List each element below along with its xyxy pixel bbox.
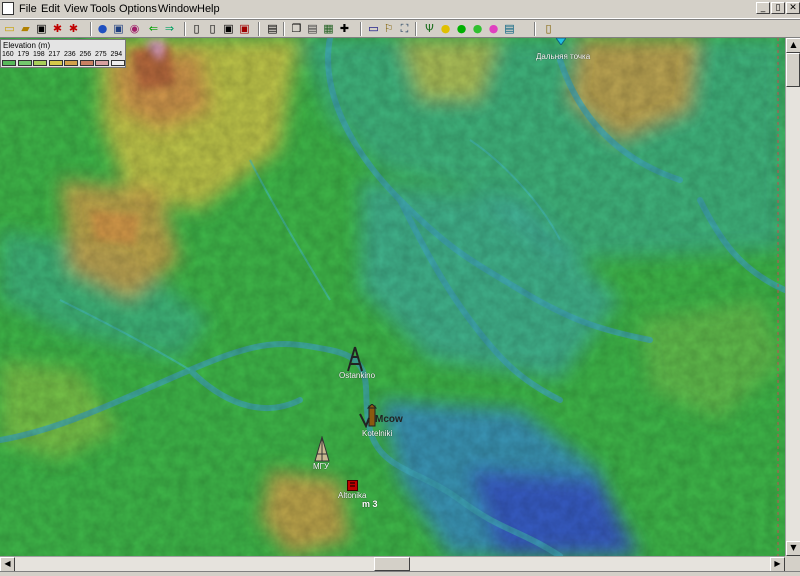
toolbar-separator <box>360 22 362 36</box>
menu-file[interactable]: File <box>19 3 37 15</box>
menu-options[interactable]: Options <box>119 3 157 15</box>
map-view[interactable]: Ostankino Mcow Kotelniki МГУ Altonika m … <box>0 38 785 556</box>
legend-value: 160 <box>2 51 14 58</box>
page-copy-icon[interactable]: ▯ <box>205 21 220 36</box>
zoom-extent-icon[interactable]: ⛶ <box>397 21 412 36</box>
menu-window[interactable]: Window <box>158 3 197 15</box>
map-icon[interactable]: ▦ <box>321 21 336 36</box>
altonika-icon[interactable] <box>347 480 358 491</box>
far-point-label: Дальняя точка <box>536 52 591 61</box>
status-bar <box>0 571 800 576</box>
mgu-label: МГУ <box>313 462 330 471</box>
menu-view[interactable]: View <box>64 3 88 15</box>
legend-swatch <box>17 60 32 66</box>
menu-bar: File Edit View Tools Options Window Help… <box>0 0 800 19</box>
new-icon[interactable]: ▭ <box>2 21 17 36</box>
legend-swatch <box>2 60 16 66</box>
scroll-down-button[interactable]: ▼ <box>786 541 800 556</box>
exit-icon[interactable]: ▯ <box>541 21 556 36</box>
legend-swatch <box>110 60 125 66</box>
toolbar-separator <box>184 22 186 36</box>
menu-help[interactable]: Help <box>197 3 220 15</box>
legend-value: 256 <box>79 51 92 58</box>
green-circle-icon[interactable]: ● <box>470 21 485 36</box>
arrow-left-icon[interactable]: ⇐ <box>146 21 161 36</box>
legend-swatch <box>48 60 63 66</box>
arrow-right-icon[interactable]: ⇒ <box>162 21 177 36</box>
restore-button[interactable]: ▯ <box>771 2 785 14</box>
legend-value: 179 <box>17 51 30 58</box>
green-globe-icon[interactable]: ● <box>454 21 469 36</box>
toolbar-separator <box>258 22 260 36</box>
vertical-scrollbar[interactable]: ▲ ▼ <box>785 38 800 556</box>
elevation-legend: Elevation (m) 160 179 198 217 236 256 275 294 <box>0 39 126 68</box>
legend-value: 294 <box>110 51 123 58</box>
toolbar-separator <box>90 22 92 36</box>
toolbar-separator <box>415 22 417 36</box>
close-button[interactable]: ✕ <box>786 2 800 14</box>
profile-icon[interactable]: ▤ <box>502 21 517 36</box>
pink-globe-icon[interactable]: ● <box>486 21 501 36</box>
legend-title: Elevation (m) <box>3 41 51 50</box>
horizontal-scroll-thumb[interactable] <box>374 557 410 571</box>
network-icon[interactable]: ✱ <box>50 21 65 36</box>
document-icon[interactable] <box>2 2 14 15</box>
mgu-icon[interactable] <box>311 436 333 462</box>
far-point-icon[interactable] <box>556 38 566 45</box>
menu-tools[interactable]: Tools <box>90 3 116 15</box>
ostankino-tower-icon[interactable] <box>344 346 366 372</box>
save-icon[interactable]: ▣ <box>34 21 49 36</box>
scroll-right-button[interactable]: ▶ <box>770 557 785 572</box>
menu-edit[interactable]: Edit <box>41 3 60 15</box>
window-icon[interactable]: ▭ <box>366 21 381 36</box>
crosshair-icon[interactable]: ✚ <box>337 21 352 36</box>
antenna-icon[interactable]: Ψ <box>422 21 437 36</box>
disk-globe-icon[interactable]: ▣ <box>111 21 126 36</box>
print-icon[interactable]: ▤ <box>265 21 280 36</box>
toolbar-separator <box>283 22 285 36</box>
open-folder-icon[interactable]: ▰ <box>18 21 33 36</box>
legend-value: 236 <box>64 51 76 58</box>
save-as-icon[interactable]: ▣ <box>221 21 236 36</box>
ostankino-label: Ostankino <box>339 371 376 380</box>
m3-label: m 3 <box>362 499 378 509</box>
horizontal-scrollbar[interactable]: ◀ ▶ <box>0 556 785 572</box>
vertical-scroll-thumb[interactable] <box>786 53 800 87</box>
scroll-corner <box>785 556 800 571</box>
network-edit-icon[interactable]: ✱ <box>66 21 81 36</box>
legend-value: 217 <box>48 51 61 58</box>
tower-icon[interactable]: ⚐ <box>381 21 396 36</box>
copy-icon[interactable]: ❐ <box>289 21 304 36</box>
globe-icon[interactable]: ● <box>95 21 110 36</box>
elevation-map[interactable] <box>0 38 785 556</box>
page-icon[interactable]: ▯ <box>189 21 204 36</box>
minimize-button[interactable]: _ <box>756 2 770 14</box>
moscow-label: Mcow <box>375 414 403 425</box>
legend-swatch <box>95 60 109 66</box>
coverage-icon[interactable]: ● <box>438 21 453 36</box>
legend-swatch <box>33 60 47 66</box>
legend-swatch <box>64 60 78 66</box>
record-icon[interactable]: ◉ <box>127 21 142 36</box>
toolbar: ▭ ▰ ▣ ✱ ✱ ● ▣ ◉ ⇐ ⇒ ▯ ▯ ▣ ▣ ▤ ❐ ▤ ▦ ✚ ▭ ⚐ ⛶ Ψ ● ● ● ● ▤ ▯ <box>0 19 800 38</box>
kotelniki-label: Kotelniki <box>362 429 393 438</box>
toolbar-separator <box>534 22 536 36</box>
pdf-icon[interactable]: ▣ <box>237 21 252 36</box>
legend-value: 198 <box>33 51 45 58</box>
scroll-left-button[interactable]: ◀ <box>0 557 15 572</box>
legend-value: 275 <box>95 51 107 58</box>
scroll-up-button[interactable]: ▲ <box>786 38 800 53</box>
legend-swatch <box>79 60 94 66</box>
clipboard-icon[interactable]: ▤ <box>305 21 320 36</box>
